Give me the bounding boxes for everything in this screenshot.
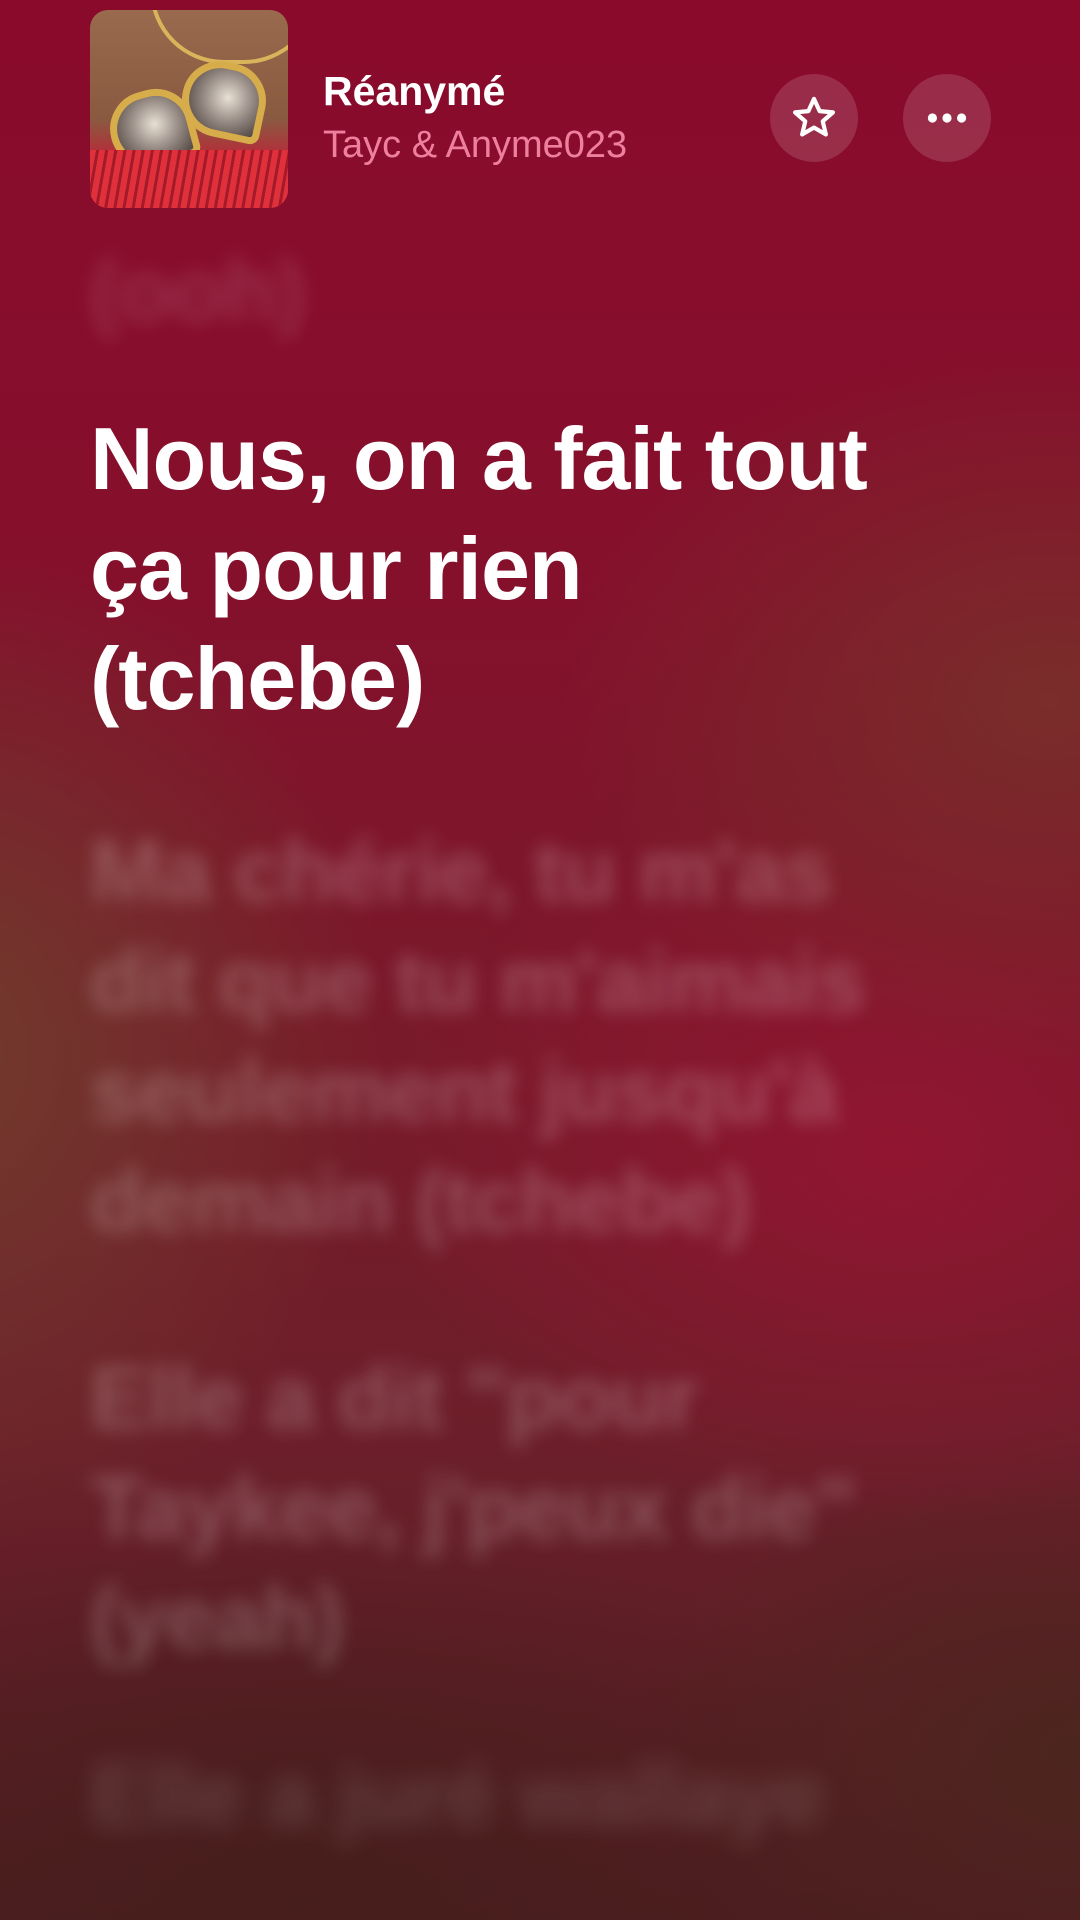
star-icon	[792, 96, 836, 137]
album-artwork[interactable]	[90, 10, 288, 208]
artwork-fringe-detail	[90, 150, 288, 208]
song-artist[interactable]: Tayc & Anyme023	[323, 124, 627, 167]
lyric-line-upcoming[interactable]: Elle a dit "pour Taykee, j'peux die" (ye…	[90, 1343, 990, 1673]
favorite-button[interactable]	[770, 74, 858, 162]
more-options-button[interactable]	[903, 74, 991, 162]
ellipsis-icon	[927, 113, 967, 123]
song-title[interactable]: Réanymé	[323, 68, 505, 115]
lyric-line-current[interactable]: Nous, on a fait tout ça pour rien (tcheb…	[90, 404, 990, 734]
lyric-line-upcoming[interactable]: Ma chérie, tu m'as dit que tu m'aimais s…	[90, 816, 990, 1256]
artwork-chain-detail	[150, 10, 288, 64]
lyric-line-previous[interactable]: (ooh)	[90, 236, 990, 346]
lyric-line-upcoming[interactable]: Elle a juré wallaye	[90, 1740, 990, 1850]
now-playing-header: Réanymé Tayc & Anyme023	[0, 0, 1080, 230]
